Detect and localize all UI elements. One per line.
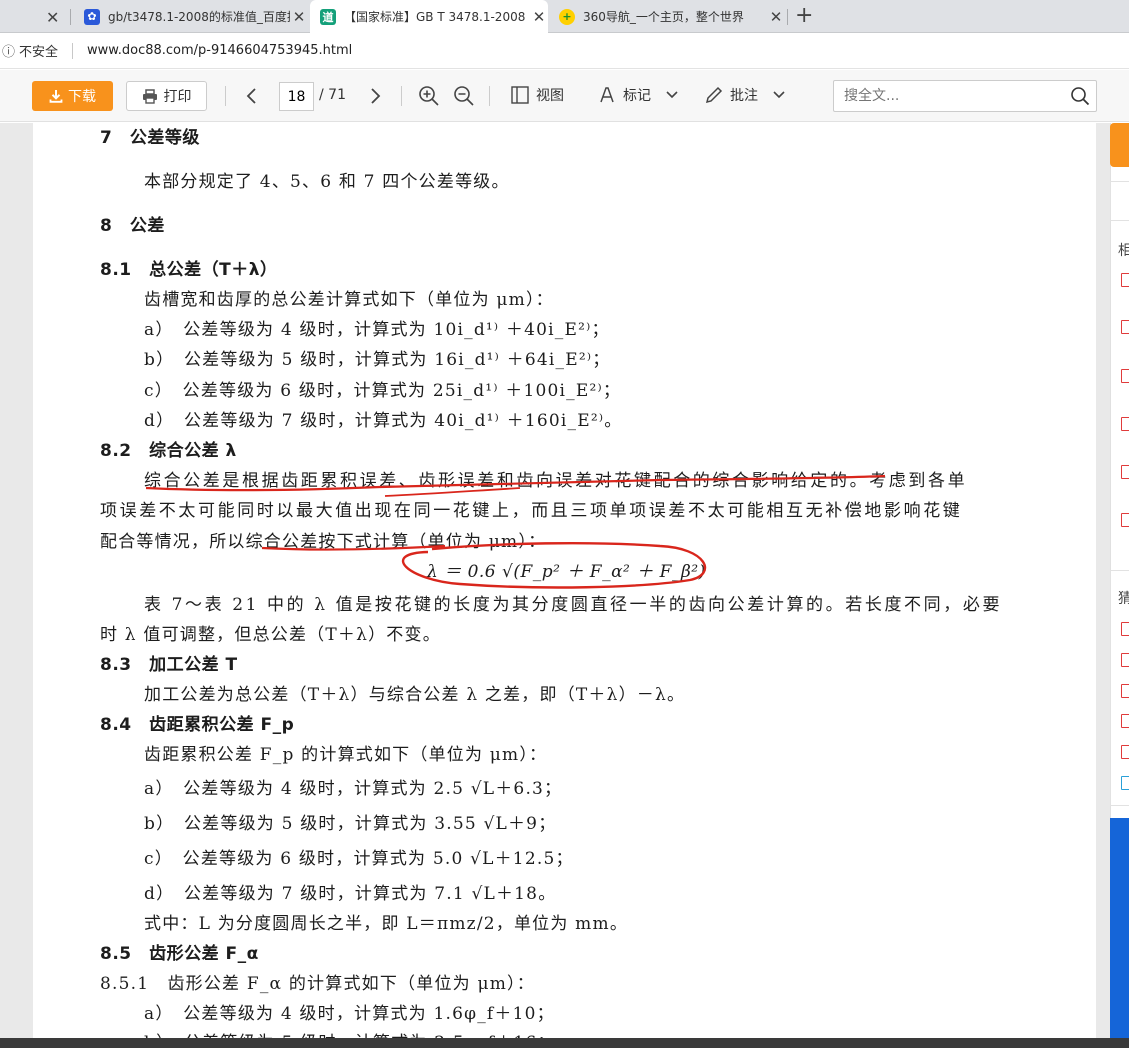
printer-icon xyxy=(142,88,157,104)
360-icon: + xyxy=(559,8,575,25)
pdf-doc-icon[interactable] xyxy=(1121,320,1129,334)
toolbar-divider xyxy=(225,86,226,106)
tab-360[interactable]: + 360导航_一个主页，整个世界 ✕ xyxy=(555,0,785,33)
address-divider xyxy=(72,42,74,59)
pdf-doc-icon[interactable] xyxy=(1121,273,1129,287)
zoom-in-icon xyxy=(419,86,439,106)
pdf-doc-icon[interactable] xyxy=(1121,714,1129,728)
zoom-in-button[interactable] xyxy=(418,85,440,107)
paragraph-line: 时 λ 值可调整，但总公差（T＋λ）不变。 xyxy=(100,625,441,645)
section-8-1-heading: 8.1 总公差（T＋λ） xyxy=(100,260,278,280)
pdf-doc-icon[interactable] xyxy=(1121,622,1129,636)
word-doc-icon[interactable] xyxy=(1121,776,1129,790)
list-item: b） 公差等级为 5 级时，计算式为 3.55 √L＋9； xyxy=(144,814,557,834)
tab-baidu-search[interactable]: ✿ gb/t3478.1-2008的标准值_百度搜索 ✕ xyxy=(80,0,308,33)
page-view-icon xyxy=(511,86,529,104)
prev-page-button[interactable] xyxy=(245,86,259,106)
list-item: d） 公差等级为 7 级时，计算式为 7.1 √L＋18。 xyxy=(144,884,557,904)
annotate-menu[interactable]: 批注 xyxy=(704,85,786,105)
chevron-right-icon xyxy=(371,88,381,104)
sidebar-tab-button[interactable] xyxy=(1110,123,1129,167)
section-8-5-1-heading: 8.5.1 齿形公差 F_α 的计算式如下（单位为 μm）： xyxy=(100,974,535,994)
document-toolbar: 下载 打印 / 71 视图 xyxy=(0,70,1129,122)
download-button[interactable]: 下载 xyxy=(32,81,113,111)
close-icon[interactable]: ✕ xyxy=(46,8,59,27)
list-item: a） 公差等级为 4 级时，计算式为 2.5 √L＋6.3； xyxy=(144,779,563,799)
download-icon xyxy=(49,90,63,103)
section-8-4-heading: 8.4 齿距累积公差 F_p xyxy=(100,715,295,735)
pdf-doc-icon[interactable] xyxy=(1121,684,1129,698)
section-8-5-heading: 8.5 齿形公差 F_α xyxy=(100,944,259,964)
chevron-down-icon xyxy=(773,91,785,99)
formula-note: 式中：L 为分度圆周长之半，即 L＝πmz/2，单位为 mm。 xyxy=(144,914,629,934)
address-bar[interactable]: ⓘ 不安全 www.doc88.com/p-9146604753945.html xyxy=(0,33,1129,69)
url-text[interactable]: www.doc88.com/p-9146604753945.html xyxy=(87,43,352,58)
toolbar-divider xyxy=(401,86,402,106)
pdf-doc-icon[interactable] xyxy=(1121,653,1129,667)
sidebar-blue-banner[interactable] xyxy=(1110,818,1129,1038)
zoom-out-icon xyxy=(454,86,474,106)
section-8-4-intro: 齿距累积公差 F_p 的计算式如下（单位为 μm）： xyxy=(144,745,548,765)
bottom-bar xyxy=(0,1038,1129,1048)
pdf-doc-icon[interactable] xyxy=(1121,465,1129,479)
print-button[interactable]: 打印 xyxy=(126,81,207,111)
section-8-3-text: 加工公差为总公差（T＋λ）与综合公差 λ 之差，即（T＋λ）－λ。 xyxy=(144,685,686,705)
close-icon[interactable]: ✕ xyxy=(767,8,785,26)
page-number-input[interactable] xyxy=(279,82,314,111)
doc88-icon: 道 xyxy=(320,8,336,25)
list-item: a） 公差等级为 4 级时，计算式为 1.6φ_f＋10； xyxy=(144,1004,555,1024)
list-item: b） 公差等级为 5 级时，计算式为 16i_d¹⁾ ＋64i_E²⁾； xyxy=(144,350,611,370)
security-label[interactable]: 不安全 xyxy=(19,41,58,60)
sidebar-related-label: 相 xyxy=(1118,243,1129,259)
highlighter-icon xyxy=(600,87,614,103)
pdf-doc-icon[interactable] xyxy=(1121,417,1129,431)
baidu-paw-icon: ✿ xyxy=(84,8,100,25)
list-item: a） 公差等级为 4 级时，计算式为 10i_d¹⁾ ＋40i_E²⁾； xyxy=(144,320,610,340)
mark-menu[interactable]: 标记 xyxy=(597,85,679,105)
tab-divider xyxy=(787,9,788,25)
section-8-heading: 8 公差 xyxy=(100,216,165,236)
list-item: c） 公差等级为 6 级时，计算式为 5.0 √L＋12.5； xyxy=(144,849,574,869)
list-item: d） 公差等级为 7 级时，计算式为 40i_d¹⁾ ＋160i_E²⁾。 xyxy=(144,411,623,431)
section-8-3-heading: 8.3 加工公差 T xyxy=(100,655,238,675)
search-icon[interactable] xyxy=(1070,86,1090,106)
new-tab-button[interactable]: + xyxy=(795,3,813,28)
next-page-button[interactable] xyxy=(368,86,382,106)
pdf-doc-icon[interactable] xyxy=(1121,513,1129,527)
chevron-down-icon xyxy=(666,91,678,99)
pdf-doc-icon[interactable] xyxy=(1121,745,1129,759)
paragraph-line: 配合等情况，所以综合公差按下式计算（单位为 μm）： xyxy=(100,532,547,552)
view-menu[interactable]: 视图 xyxy=(510,85,564,105)
paragraph-line: 表 7～表 21 中的 λ 值是按花键的长度为其分度圆直径一半的齿向公差计算的。… xyxy=(144,595,1003,615)
close-icon[interactable]: ✕ xyxy=(290,8,308,26)
list-item: c） 公差等级为 6 级时，计算式为 25i_d¹⁾ ＋100i_E²⁾； xyxy=(144,381,622,401)
chevron-left-icon xyxy=(246,88,256,104)
section-7-text: 本部分规定了 4、5、6 和 7 四个公差等级。 xyxy=(144,172,510,192)
sidebar-guess-label: 猜 xyxy=(1118,591,1129,607)
pencil-icon xyxy=(705,86,723,104)
total-pages: / 71 xyxy=(319,87,346,103)
section-8-1-intro: 齿槽宽和齿厚的总公差计算式如下（单位为 μm）： xyxy=(144,290,554,310)
section-8-2-heading: 8.2 综合公差 λ xyxy=(100,441,237,461)
tab-divider xyxy=(70,9,71,25)
pdf-doc-icon[interactable] xyxy=(1121,369,1129,383)
close-icon[interactable]: ✕ xyxy=(530,8,548,26)
section-7-heading: 7 公差等级 xyxy=(100,128,200,148)
security-warning-icon: ⓘ xyxy=(2,45,16,60)
paragraph-line: 综合公差是根据齿距累积误差、齿形误差和齿向误差对花键配合的综合影响给定的。考虑到… xyxy=(144,471,968,491)
toolbar-divider xyxy=(489,86,490,106)
search-input[interactable] xyxy=(844,81,1069,111)
paragraph-line: 项误差不太可能同时以最大值出现在同一花键上，而且三项单项误差不太可能相互无补偿地… xyxy=(100,501,963,521)
fulltext-search[interactable] xyxy=(833,80,1097,112)
zoom-out-button[interactable] xyxy=(453,85,475,107)
document-page[interactable]: 7 公差等级 本部分规定了 4、5、6 和 7 四个公差等级。 8 公差 8.1… xyxy=(33,123,1096,1048)
sidebar-box xyxy=(1110,181,1129,221)
lambda-formula: λ ＝ 0.6 √(F_p² ＋ F_α² ＋ F_β²) xyxy=(427,562,706,582)
tab-strip: ✕ ✿ gb/t3478.1-2008的标准值_百度搜索 ✕ 道 【国家标准】G… xyxy=(0,0,1129,33)
tab-doc88[interactable]: 道 【国家标准】GB T 3478.1-2008 ✕ xyxy=(310,0,548,33)
